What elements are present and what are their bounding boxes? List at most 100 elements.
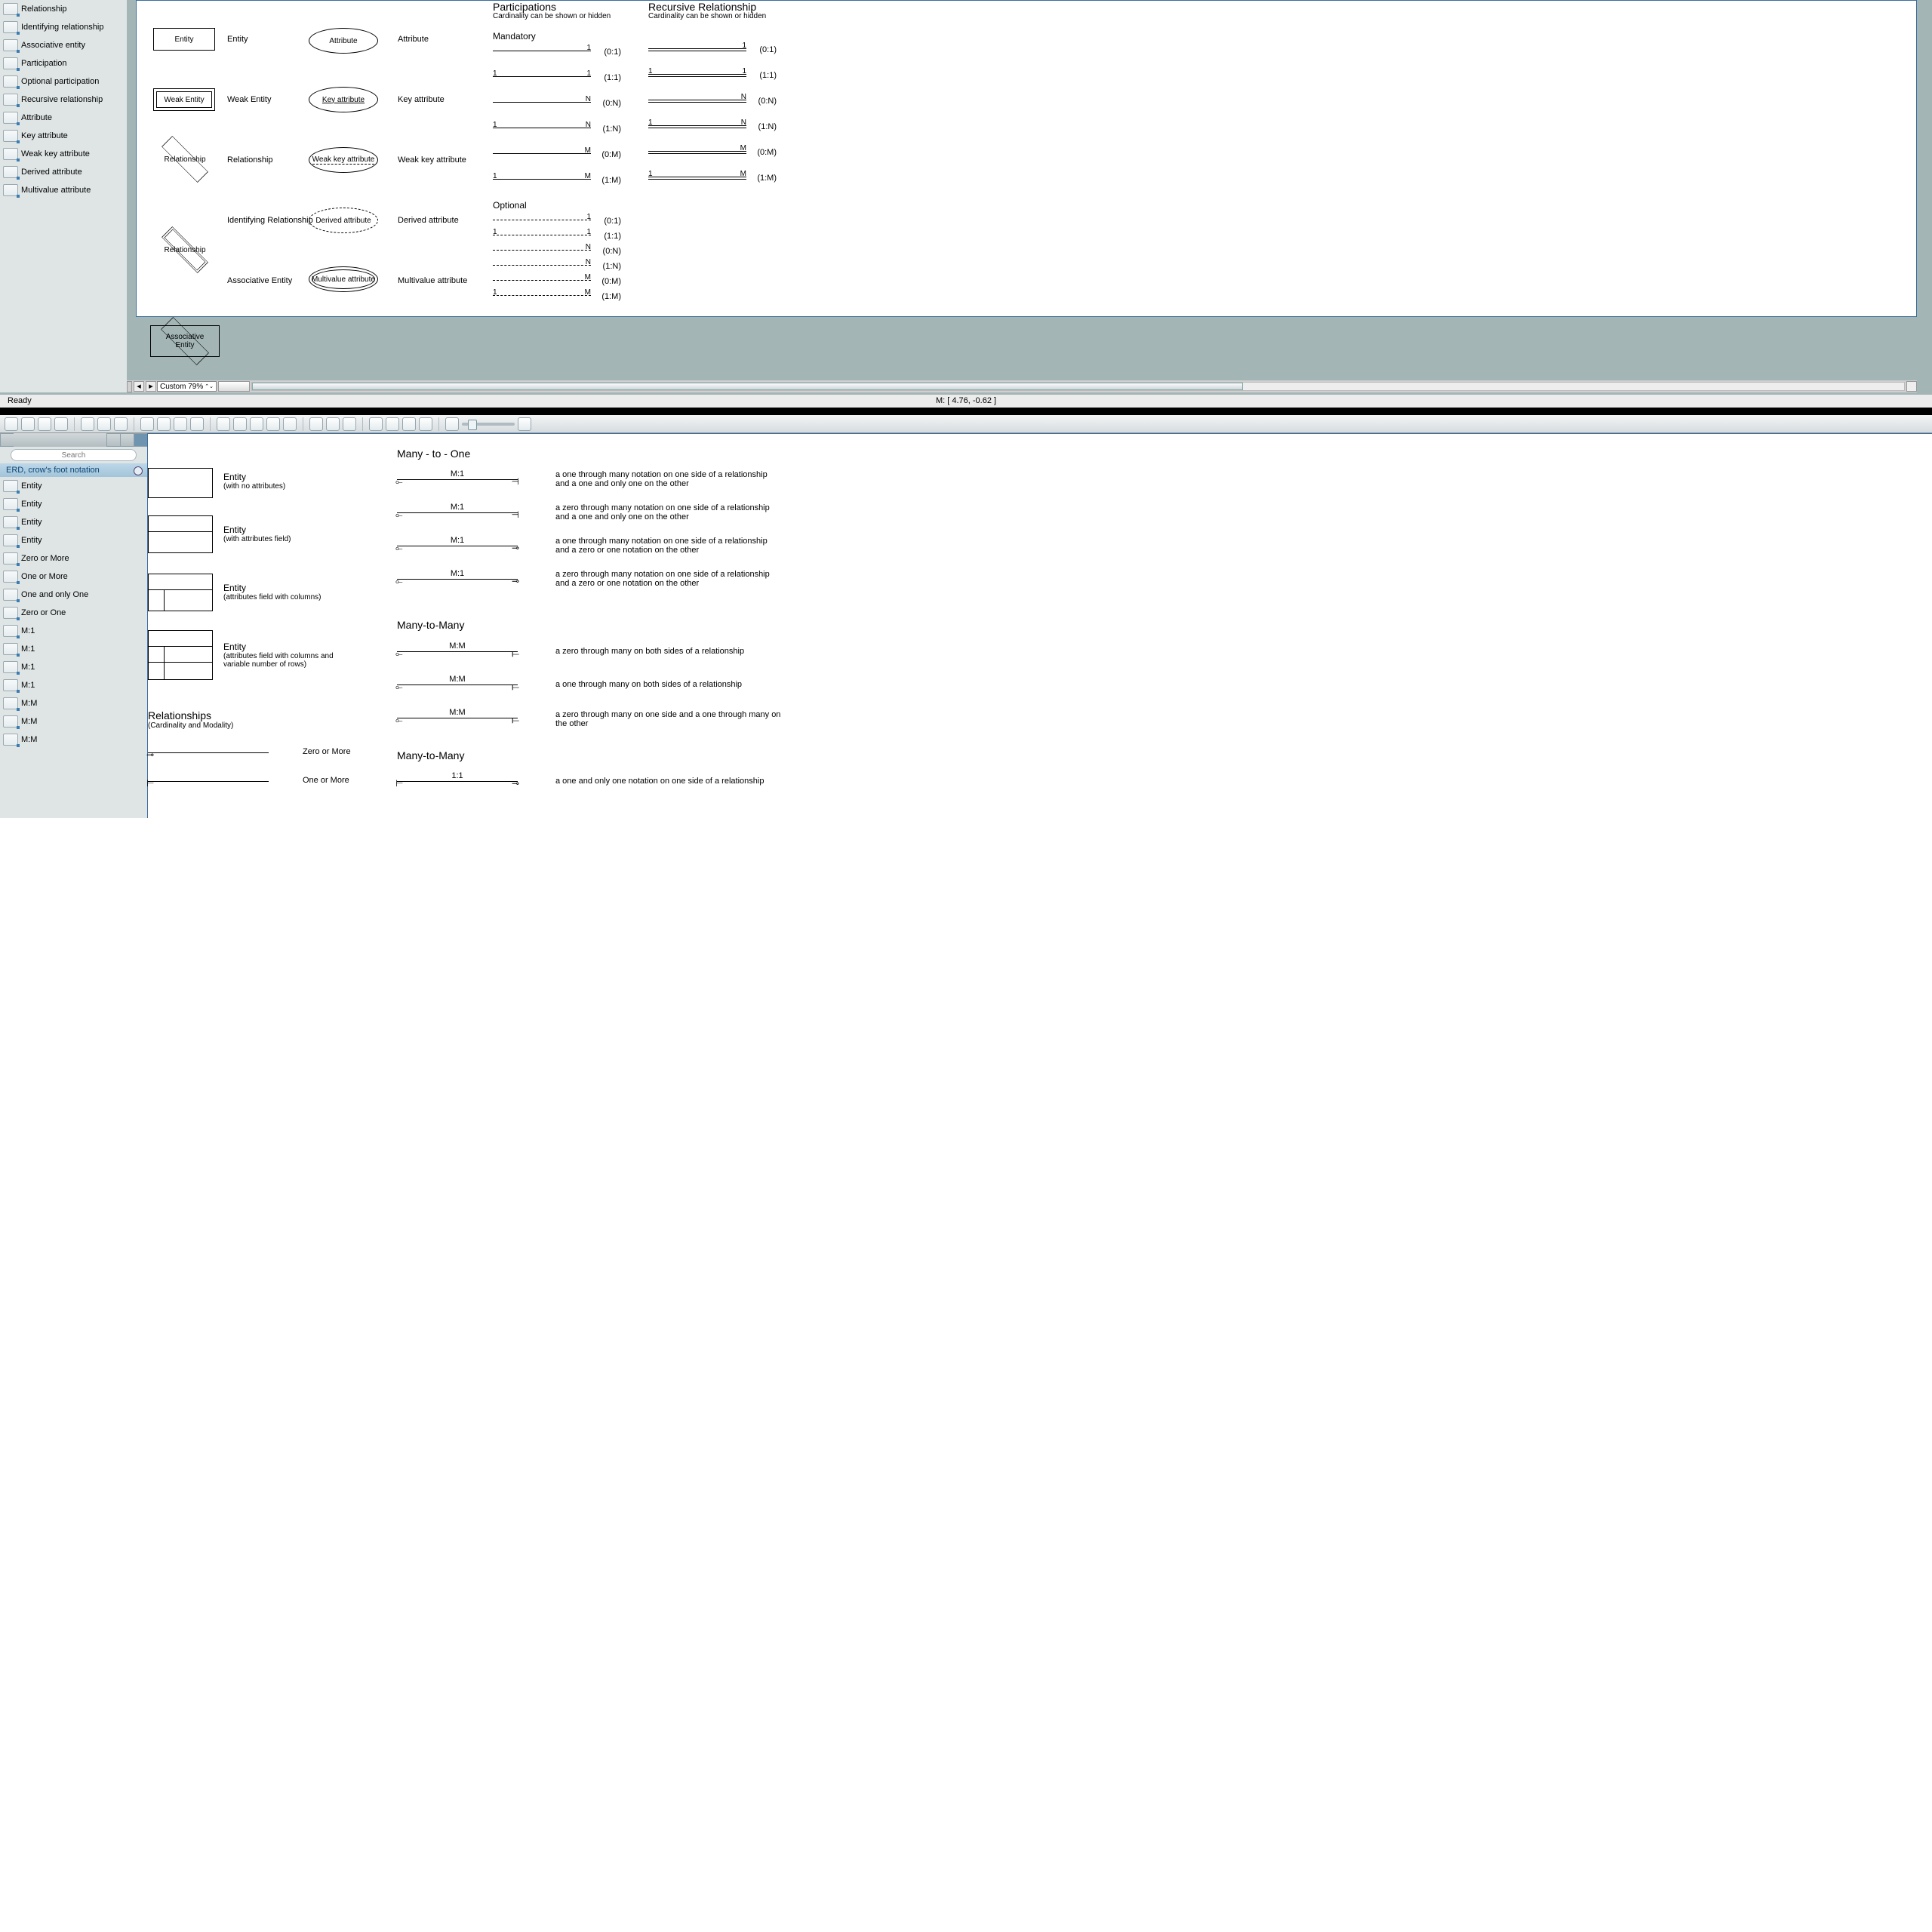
zoom-in-icon[interactable] [369, 417, 383, 431]
recursive-line[interactable]: 1(0:1) [648, 48, 746, 51]
rect-tool-icon[interactable] [21, 417, 35, 431]
library-item[interactable]: Entity [0, 477, 147, 495]
chain-tool-icon[interactable] [140, 417, 154, 431]
group-icon[interactable] [309, 417, 323, 431]
splitter-grip-icon[interactable] [127, 381, 132, 392]
pointer-tool-icon[interactable] [5, 417, 18, 431]
list-view-button[interactable] [120, 433, 134, 447]
recursive-line[interactable]: 11(1:1) [648, 74, 746, 77]
page-next-button[interactable]: ▸ [146, 381, 156, 392]
participation-line[interactable]: 1M(1:M) [493, 179, 591, 180]
library-item[interactable]: Optional participation [0, 72, 127, 91]
entity-shape[interactable]: Entity [153, 28, 215, 51]
derived-attribute-shape[interactable]: Derived attribute [309, 208, 378, 233]
optional-line[interactable]: N(0:N) [493, 250, 591, 251]
library-item[interactable]: Entity [0, 513, 147, 531]
chen-canvas[interactable]: Entity Entity Weak Entity Weak Entity Re… [136, 0, 1917, 317]
library-item[interactable]: Participation [0, 54, 127, 72]
library-item[interactable]: Entity [0, 531, 147, 549]
library-item[interactable]: M:M [0, 694, 147, 712]
ungroup-icon[interactable] [326, 417, 340, 431]
entity-cols-shape[interactable] [148, 574, 213, 611]
library-item[interactable]: M:M [0, 731, 147, 749]
library-item[interactable]: Associative entity [0, 36, 127, 54]
recursive-line[interactable]: N(0:N) [648, 100, 746, 103]
rel-zero-or-more[interactable]: ⊸ [148, 752, 269, 753]
relationship-shape[interactable]: Relationship [149, 144, 221, 174]
weak-key-attribute-shape[interactable]: Weak key attribute [309, 147, 378, 173]
tree-tool-icon[interactable] [157, 417, 171, 431]
spline-tool-icon[interactable] [233, 417, 247, 431]
page-tabs[interactable] [218, 381, 250, 392]
scroll-track[interactable] [251, 382, 1905, 391]
library-item[interactable]: M:M [0, 712, 147, 731]
rel-m1[interactable]: ⟜M:1⊸ [397, 579, 518, 580]
attribute-shape[interactable]: Attribute [309, 28, 378, 54]
zoom-in2-icon[interactable] [518, 417, 531, 431]
library-item[interactable]: Identifying relationship [0, 18, 127, 36]
entity-rows-shape[interactable] [148, 630, 213, 680]
rel-11[interactable]: ⊢1:1⊸ [397, 781, 518, 782]
library-item[interactable]: Attribute [0, 109, 127, 127]
scroll-thumb[interactable] [252, 383, 1243, 390]
connector-end-icon[interactable] [114, 417, 128, 431]
library-item[interactable]: One or More [0, 568, 147, 586]
zoom-out-icon[interactable] [445, 417, 459, 431]
library-item[interactable]: Zero or More [0, 549, 147, 568]
library-item[interactable]: Zero or One [0, 604, 147, 622]
smart-connector-icon[interactable] [97, 417, 111, 431]
participation-line[interactable]: N(0:N) [493, 102, 591, 103]
participation-line[interactable]: M(0:M) [493, 153, 591, 154]
horizontal-scrollbar[interactable]: ◂ ▸ Custom 79% [127, 380, 1917, 392]
library-item[interactable]: Relationship [0, 0, 127, 18]
library-item[interactable]: M:1 [0, 640, 147, 658]
optional-line[interactable]: 1M(1:M) [493, 295, 591, 296]
optional-line[interactable]: M(0:M) [493, 280, 591, 281]
snap-tool-icon[interactable] [283, 417, 297, 431]
rel-m1[interactable]: ⟜M:1⊣ [397, 512, 518, 513]
text-tool-icon[interactable] [54, 417, 68, 431]
eraser-icon[interactable] [419, 417, 432, 431]
ident-relationship-shape[interactable]: Relationship [149, 235, 221, 265]
line-tool-icon[interactable] [81, 417, 94, 431]
arrow-tool-icon[interactable] [250, 417, 263, 431]
library-group-header[interactable]: ERD, crow's foot notation [0, 463, 147, 477]
tree-view-button[interactable] [0, 433, 14, 447]
search-view-button[interactable] [134, 433, 147, 447]
ellipse-tool-icon[interactable] [38, 417, 51, 431]
weak-entity-shape[interactable]: Weak Entity [153, 88, 215, 111]
entity-noattr-shape[interactable] [148, 468, 213, 498]
zoom-combo[interactable]: Custom 79% [157, 381, 217, 392]
branch-tool-icon[interactable] [174, 417, 187, 431]
recursive-line[interactable]: 1M(1:M) [648, 177, 746, 180]
edit-points-icon[interactable] [266, 417, 280, 431]
grid-view-button[interactable] [106, 433, 120, 447]
library-item[interactable]: Multivalue attribute [0, 181, 127, 199]
rel-one-or-more[interactable]: ⊢ [148, 781, 269, 782]
key-attribute-shape[interactable]: Key attribute [309, 87, 378, 112]
zoom-fit-button[interactable] [1906, 381, 1917, 392]
zoom-slider[interactable] [462, 423, 515, 426]
library-search-input[interactable] [11, 449, 137, 461]
library-item[interactable]: Derived attribute [0, 163, 127, 181]
pan-tool-icon[interactable] [386, 417, 399, 431]
insert-tool-icon[interactable] [190, 417, 204, 431]
optional-line[interactable]: N(1:N) [493, 265, 591, 266]
library-item[interactable]: One and only One [0, 586, 147, 604]
library-item[interactable]: Key attribute [0, 127, 127, 145]
assoc-entity-shape[interactable]: AssociativeEntity [149, 324, 221, 358]
align-icon[interactable] [343, 417, 356, 431]
print-area-icon[interactable] [402, 417, 416, 431]
recursive-line[interactable]: 1N(1:N) [648, 125, 746, 128]
library-item[interactable]: Recursive relationship [0, 91, 127, 109]
recursive-line[interactable]: M(0:M) [648, 151, 746, 154]
arc-tool-icon[interactable] [217, 417, 230, 431]
library-item[interactable]: Weak key attribute [0, 145, 127, 163]
entity-attr-shape[interactable] [148, 515, 213, 553]
crowfoot-canvas[interactable]: Entity(with no attributes) Entity(with a… [147, 433, 1932, 818]
page-prev-button[interactable]: ◂ [134, 381, 144, 392]
library-item[interactable]: M:1 [0, 622, 147, 640]
library-item[interactable]: M:1 [0, 676, 147, 694]
participation-line[interactable]: 11(1:1) [493, 76, 591, 77]
library-item[interactable]: M:1 [0, 658, 147, 676]
